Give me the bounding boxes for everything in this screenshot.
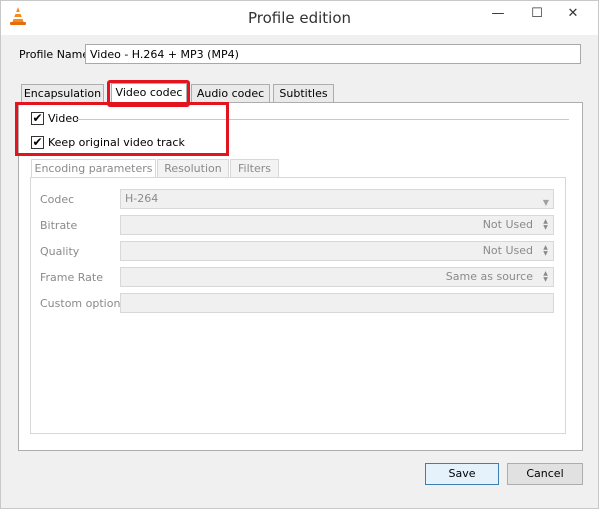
- frame-rate-value: Same as source: [445, 270, 533, 283]
- tab-audio-codec[interactable]: Audio codec: [191, 84, 270, 103]
- codec-select[interactable]: H-264 ▼: [120, 189, 554, 209]
- frame-rate-spinbox[interactable]: Same as source ▲ ▼: [120, 267, 554, 287]
- title-bar[interactable]: Profile edition — ☐ ✕: [1, 1, 598, 35]
- minimize-button[interactable]: —: [483, 3, 513, 25]
- profile-edition-window: Profile edition — ☐ ✕ Profile Name Encap…: [0, 0, 599, 509]
- tab-filters[interactable]: Filters: [230, 159, 279, 178]
- tab-encoding-parameters[interactable]: Encoding parameters: [31, 159, 156, 178]
- close-button[interactable]: ✕: [558, 3, 588, 25]
- tab-encapsulation[interactable]: Encapsulation: [21, 84, 104, 103]
- maximize-button[interactable]: ☐: [522, 3, 552, 25]
- save-button[interactable]: Save: [425, 463, 499, 485]
- bitrate-value: Not Used: [482, 218, 533, 231]
- codec-value: H-264: [125, 192, 159, 205]
- quality-value: Not Used: [482, 244, 533, 257]
- custom-options-input[interactable]: [120, 293, 554, 313]
- codec-label: Codec: [40, 193, 75, 206]
- highlight-video-checkboxes: [15, 102, 229, 156]
- frame-rate-label: Frame Rate: [40, 271, 103, 284]
- bitrate-spinbox[interactable]: Not Used ▲ ▼: [120, 215, 554, 235]
- spin-arrows-icon[interactable]: ▲ ▼: [541, 219, 550, 231]
- cancel-button[interactable]: Cancel: [507, 463, 583, 485]
- profile-name-input[interactable]: [85, 44, 581, 64]
- quality-spinbox[interactable]: Not Used ▲ ▼: [120, 241, 554, 261]
- dropdown-arrow-icon: ▼: [542, 198, 549, 207]
- spin-arrows-icon[interactable]: ▲ ▼: [541, 245, 550, 257]
- quality-label: Quality: [40, 245, 80, 258]
- tab-resolution[interactable]: Resolution: [157, 159, 229, 178]
- tab-subtitles[interactable]: Subtitles: [273, 84, 334, 103]
- bitrate-label: Bitrate: [40, 219, 78, 232]
- profile-name-label: Profile Name: [19, 48, 90, 61]
- spin-arrows-icon[interactable]: ▲ ▼: [541, 271, 550, 283]
- custom-options-label: Custom options: [40, 297, 127, 310]
